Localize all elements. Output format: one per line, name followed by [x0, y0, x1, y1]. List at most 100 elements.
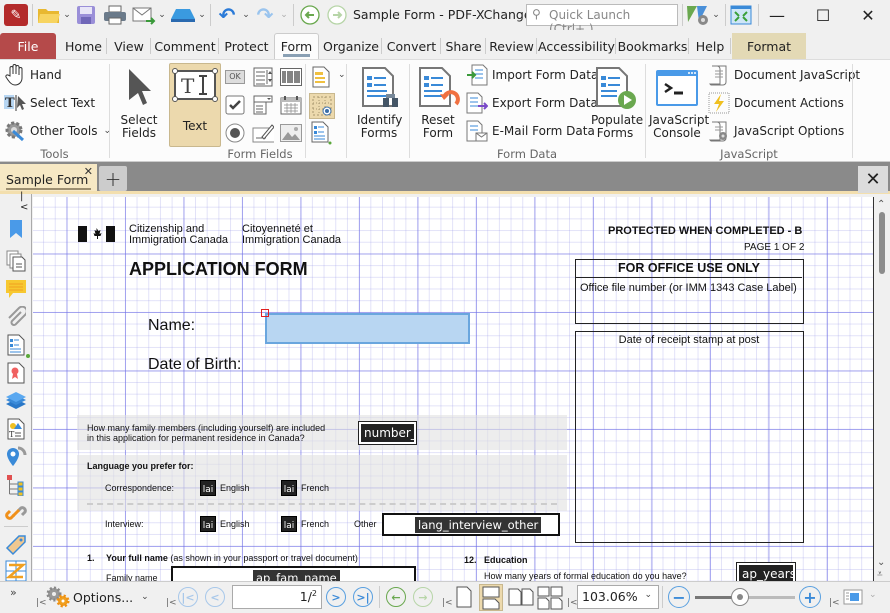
comments-icon[interactable] — [5, 278, 27, 300]
page-number-input[interactable]: 1/2 — [232, 585, 322, 609]
continuous-view-button[interactable] — [479, 584, 503, 611]
javascript-options-button[interactable]: JavaScript Options — [708, 120, 844, 142]
structure-tree-icon[interactable] — [5, 474, 27, 496]
text-field-button[interactable]: T Text — [169, 63, 221, 147]
select-text-button[interactable]: T Select Text — [4, 92, 95, 114]
scroll-up-icon[interactable]: ⌃ — [877, 199, 885, 210]
layers-icon[interactable] — [5, 390, 27, 412]
identify-forms-button[interactable]: Identify Forms — [352, 66, 406, 140]
bookmarks-icon[interactable] — [5, 218, 27, 240]
options-button[interactable]: Options... ⌄ — [46, 586, 149, 608]
tab-review[interactable]: Review — [486, 33, 537, 59]
articles-icon[interactable] — [5, 560, 27, 582]
zoom-slider-track[interactable] — [695, 588, 795, 606]
date-field-tool[interactable] — [280, 94, 302, 116]
check-box-tool[interactable] — [224, 94, 246, 116]
tab-comment[interactable]: Comment — [151, 33, 219, 59]
highlight-fields-toggle[interactable] — [309, 93, 335, 119]
quick-launch-input[interactable]: ⚲ Quick Launch (Ctrl+.) — [526, 4, 678, 36]
facing-continuous-view-icon[interactable] — [537, 586, 563, 613]
other-tools-button[interactable]: Other Tools ⌄ — [4, 120, 111, 142]
education-years-field[interactable]: ap_years — [736, 562, 796, 581]
tab-format[interactable]: Format — [732, 33, 806, 59]
interview-english-checkbox[interactable]: lai — [200, 516, 216, 532]
tab-view[interactable]: View — [107, 33, 151, 59]
redo-dropdown-icon[interactable]: ⌄ — [279, 4, 289, 26]
document-page-view[interactable]: Citizenship and Immigration Canada Citoye… — [33, 197, 873, 581]
import-form-data-button[interactable]: Import Form Data — [466, 64, 598, 86]
minimize-button[interactable]: — — [754, 0, 800, 30]
open-folder-icon[interactable] — [36, 4, 62, 26]
combo-box-tool[interactable] — [252, 94, 274, 116]
tab-file[interactable]: File — [0, 33, 56, 59]
close-tab-icon[interactable]: ✕ — [84, 165, 93, 178]
reset-form-button[interactable]: Reset Form — [412, 66, 464, 140]
scan-icon[interactable] — [169, 4, 197, 26]
correspondence-english-checkbox[interactable]: lai — [200, 480, 216, 496]
export-form-data-button[interactable]: Export Form Data — [466, 92, 598, 114]
next-view-button[interactable]: → — [413, 587, 433, 607]
forward-icon[interactable] — [326, 4, 348, 26]
toolbar-grip-icon[interactable]: |< — [36, 598, 47, 608]
signature-field-tool[interactable] — [252, 122, 274, 144]
populate-forms-button[interactable]: Populate Forms — [588, 66, 643, 140]
display-mode-icon[interactable] — [843, 589, 863, 608]
undo-icon[interactable]: ↶ — [215, 3, 239, 27]
single-page-view-icon[interactable] — [455, 586, 473, 611]
links-icon[interactable] — [5, 502, 27, 524]
tab-form[interactable]: Form — [274, 33, 319, 59]
customize-dropdown-icon[interactable]: ⌄ — [711, 4, 721, 26]
signatures-icon[interactable] — [5, 362, 27, 384]
toolbar-grip-icon[interactable]: |< — [166, 598, 177, 608]
content-icon[interactable]: T — [5, 418, 27, 440]
previous-view-button[interactable]: ← — [386, 587, 406, 607]
list-box-tool[interactable] — [252, 66, 274, 88]
form-fields-pane-icon[interactable] — [5, 334, 27, 356]
save-icon[interactable] — [74, 4, 98, 26]
email-icon[interactable] — [131, 4, 157, 26]
form-fields-list-tool[interactable] — [310, 66, 332, 88]
new-tab-button[interactable]: + — [99, 166, 127, 191]
document-javascript-button[interactable]: Document JavaScript — [708, 64, 860, 86]
tab-bookmarks[interactable]: Bookmarks — [616, 33, 689, 59]
thumbnails-icon[interactable] — [5, 250, 27, 272]
display-mode-dropdown-icon[interactable]: ⌄ — [869, 590, 877, 600]
zoom-out-button[interactable]: − — [668, 586, 690, 608]
barcode-tool[interactable] — [280, 66, 302, 88]
undo-dropdown-icon[interactable]: ⌄ — [241, 4, 251, 26]
maximize-button[interactable]: ☐ — [800, 0, 846, 30]
zoom-level-select[interactable]: 103.06% ⌄ — [577, 585, 659, 609]
next-page-button[interactable]: > — [326, 587, 346, 607]
tab-protect[interactable]: Protect — [219, 33, 274, 59]
first-page-button[interactable]: |< — [178, 587, 198, 607]
tab-help[interactable]: Help — [689, 33, 731, 59]
redo-icon[interactable]: ↷ — [253, 3, 277, 27]
family-count-field[interactable]: number_f — [358, 421, 417, 445]
customize-ui-icon[interactable] — [685, 4, 711, 26]
correspondence-french-checkbox[interactable]: lai — [281, 480, 297, 496]
last-page-button[interactable]: >| — [353, 587, 373, 607]
close-window-button[interactable]: ✕ — [845, 0, 890, 30]
field-anchor-handle[interactable] — [261, 309, 269, 317]
zoom-slider-thumb[interactable] — [731, 588, 749, 606]
expand-pane-icon[interactable]: » — [10, 586, 17, 599]
toolbar-grip-icon[interactable]: |< — [442, 598, 453, 608]
close-document-button[interactable]: ✕ — [858, 166, 888, 193]
document-tab[interactable]: Sample Form ✕ — [0, 164, 97, 191]
tab-home[interactable]: Home — [60, 33, 107, 59]
scan-dropdown-icon[interactable]: ⌄ — [197, 4, 207, 26]
tab-convert[interactable]: Convert — [382, 33, 441, 59]
tags-icon[interactable] — [5, 534, 27, 556]
push-button-tool[interactable]: OK — [224, 66, 246, 88]
attachments-icon[interactable] — [5, 306, 27, 328]
name-field[interactable] — [265, 313, 470, 344]
destinations-icon[interactable] — [5, 446, 27, 468]
interview-other-field[interactable]: lang_interview_other — [382, 513, 560, 536]
radio-button-tool[interactable] — [224, 122, 246, 144]
javascript-console-button[interactable]: JavaScript Console — [648, 66, 709, 140]
previous-page-button[interactable]: < — [205, 587, 225, 607]
select-fields-button[interactable]: Select Fields — [114, 66, 164, 140]
image-field-tool[interactable] — [280, 122, 302, 144]
vertical-scrollbar[interactable]: ⌃ ⌄ ⩡ — [873, 197, 890, 581]
facing-view-icon[interactable] — [508, 588, 534, 609]
